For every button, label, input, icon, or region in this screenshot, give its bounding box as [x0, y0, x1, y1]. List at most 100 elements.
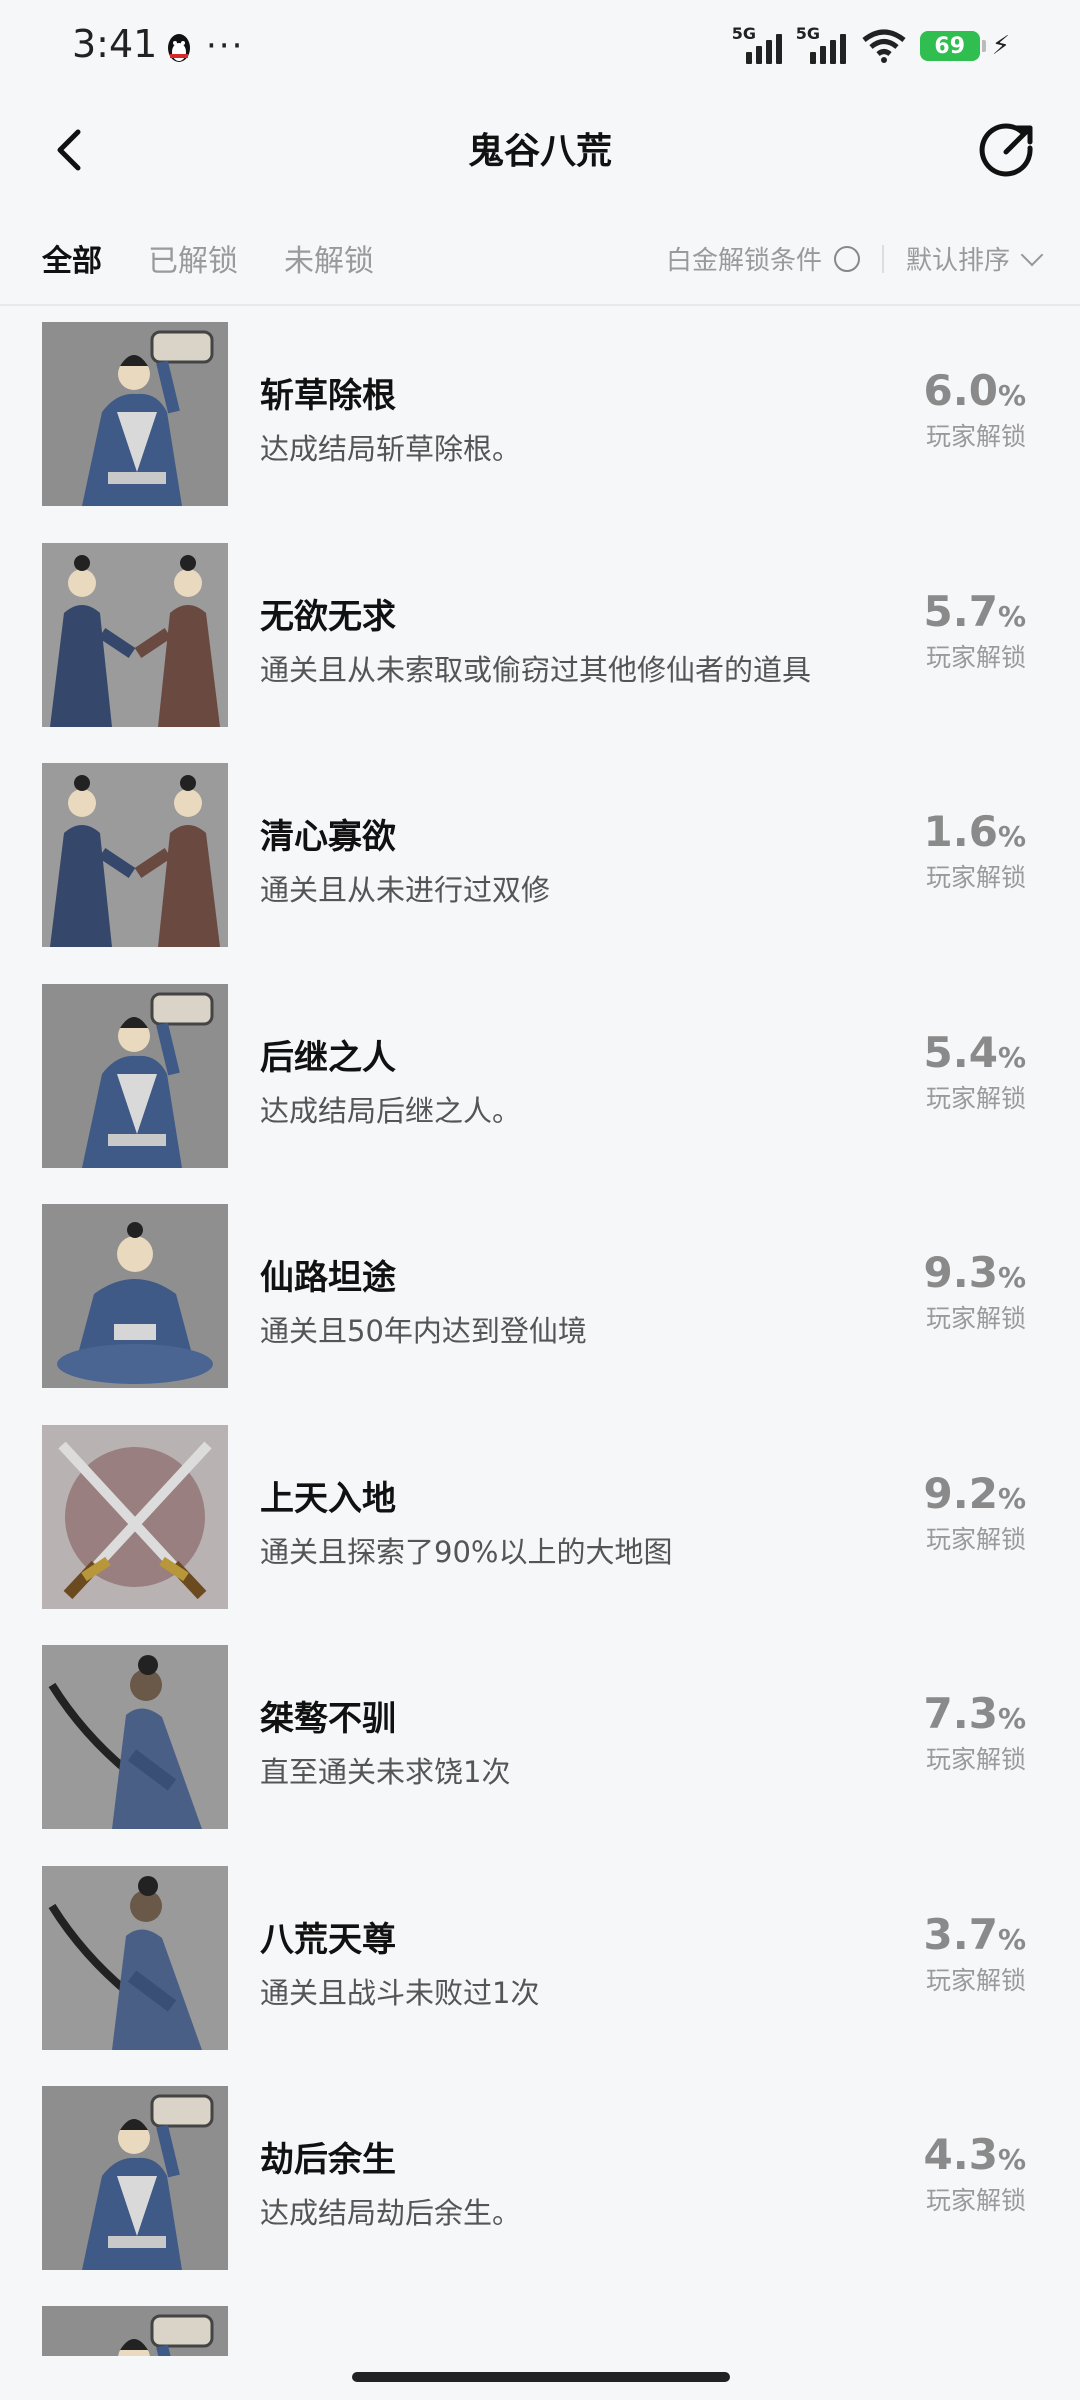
unlock-stat: 4.3% 玩家解锁	[866, 2130, 1026, 2217]
achievement-title: 八荒天尊	[260, 1919, 396, 1960]
achievement-desc: 通关且探索了90%以上的大地图	[260, 1534, 673, 1569]
achievement-desc: 通关且战斗未败过1次	[260, 1975, 540, 2010]
signal-icon: 5G	[731, 24, 784, 66]
achievement-list: 斩草除根 达成结局斩草除根。 6.0% 玩家解锁 无欲无求 通关且从未索取或偷窃…	[0, 322, 1080, 2307]
unlock-label: 玩家解锁	[925, 1745, 1026, 1774]
achievement-image	[42, 322, 228, 506]
platinum-label: 白金解锁条件	[665, 246, 822, 276]
sort-dropdown[interactable]: 默认排序	[905, 240, 1044, 277]
achievement-desc: 通关且50年内达到登仙境	[260, 1314, 587, 1348]
achievement-item[interactable]: 清心寡欲 通关且从未进行过双修 1.6% 玩家解锁	[0, 763, 1080, 984]
achievement-image	[42, 1645, 228, 1829]
unlock-stat: 9.3% 玩家解锁	[866, 1248, 1026, 1335]
platinum-filter[interactable]: 白金解锁条件	[666, 240, 860, 277]
wifi-icon	[862, 29, 906, 63]
status-icons: 5G 5G 69 ⚡	[731, 24, 1010, 66]
signal-label: 5G	[795, 24, 820, 43]
tab-all[interactable]: 全部	[42, 236, 102, 280]
achievement-item[interactable]: 无欲无求 通关且从未索取或偷窃过其他修仙者的道具 5.7% 玩家解锁	[0, 542, 1080, 764]
achievement-desc: 直至通关未求饶1次	[260, 1755, 511, 1789]
achievement-item[interactable]: 上天入地 通关且探索了90%以上的大地图 9.2% 玩家解锁	[0, 1424, 1080, 1646]
unlock-stat: 5.4% 玩家解锁	[866, 1028, 1026, 1115]
unlock-label: 玩家解锁	[925, 1083, 1026, 1113]
unlock-percent: 3.7	[923, 1909, 998, 1959]
unlock-stat: 1.6% 玩家解锁	[866, 807, 1026, 894]
unlock-label: 玩家解锁	[925, 642, 1026, 672]
header: 鬼谷八荒	[0, 100, 1080, 200]
battery-level: 69	[934, 33, 966, 59]
percent-sign: %	[997, 379, 1026, 412]
unlock-stat: 5.7% 玩家解锁	[866, 587, 1026, 674]
achievement-desc: 达成结局劫后余生。	[260, 2196, 522, 2230]
battery-icon: 69	[919, 31, 986, 61]
achievement-item[interactable]: 仙路坦途 通关且50年内达到登仙境 9.3% 玩家解锁	[0, 1204, 1080, 1425]
unlock-stat: 9.2% 玩家解锁	[866, 1469, 1026, 1556]
unlock-label: 玩家解锁	[925, 1304, 1026, 1333]
tab-locked[interactable]: 未解锁	[284, 236, 374, 280]
percent-sign: %	[997, 1040, 1026, 1074]
unlock-label: 玩家解锁	[925, 2186, 1026, 2215]
unlock-label: 玩家解锁	[925, 422, 1026, 451]
divider	[881, 244, 884, 273]
achievement-title: 无欲无求	[260, 596, 396, 637]
share-icon[interactable]	[976, 118, 1040, 182]
achievement-item[interactable]: 后继之人 达成结局后继之人。 5.4% 玩家解锁	[0, 983, 1080, 1205]
achievement-image	[42, 763, 228, 947]
home-indicator[interactable]	[352, 2372, 730, 2382]
qq-icon	[168, 34, 190, 62]
achievement-item[interactable]: 八荒天尊 通关且战斗未败过1次 3.7% 玩家解锁	[0, 1865, 1080, 2087]
achievement-item[interactable]: 桀骜不驯 直至通关未求饶1次 7.3% 玩家解锁	[0, 1645, 1080, 1866]
achievement-title: 清心寡欲	[260, 817, 396, 857]
achievement-image	[42, 542, 228, 727]
achievement-title: 劫后余生	[260, 2140, 396, 2180]
achievement-image	[42, 1865, 228, 2050]
achievement-desc: 达成结局斩草除根。	[260, 432, 522, 466]
achievement-title: 斩草除根	[260, 376, 396, 416]
percent-sign: %	[997, 1702, 1026, 1735]
unlock-stat: 3.7% 玩家解锁	[866, 1910, 1026, 1997]
sort-label: 默认排序	[905, 246, 1010, 276]
tab-unlocked[interactable]: 已解锁	[148, 236, 238, 280]
unlock-label: 玩家解锁	[925, 1524, 1026, 1554]
achievement-image	[42, 2086, 228, 2270]
achievement-title: 后继之人	[260, 1037, 396, 1078]
achievement-item[interactable]: 劫后余生 达成结局劫后余生。 4.3% 玩家解锁	[0, 2086, 1080, 2307]
percent-sign: %	[997, 820, 1026, 853]
percent-sign: %	[997, 599, 1026, 633]
unlock-stat: 7.3% 玩家解锁	[866, 1689, 1026, 1776]
divider	[0, 304, 1080, 306]
signal-label: 5G	[731, 24, 756, 43]
radio-circle-icon[interactable]	[833, 245, 860, 272]
achievement-image	[42, 2306, 228, 2356]
achievement-desc: 通关且从未进行过双修	[260, 873, 551, 907]
unlock-stat: 6.0% 玩家解锁	[866, 366, 1026, 453]
filter-options: 白金解锁条件 默认排序	[666, 240, 1044, 277]
signal-icon: 5G	[795, 24, 848, 66]
unlock-percent: 9.2	[923, 1468, 998, 1518]
unlock-percent: 4.3	[923, 2130, 998, 2179]
more-icon: ···	[206, 26, 245, 66]
unlock-label: 玩家解锁	[925, 863, 1026, 892]
charging-icon: ⚡	[991, 31, 1010, 61]
achievement-title: 桀骜不驯	[260, 1699, 396, 1739]
achievement-item[interactable]: 斩草除根 达成结局斩草除根。 6.0% 玩家解锁	[0, 322, 1080, 543]
chevron-down-icon	[1020, 243, 1044, 266]
achievement-title: 上天入地	[260, 1478, 396, 1519]
achievement-desc: 通关且从未索取或偷窃过其他修仙者的道具	[260, 652, 812, 687]
percent-sign: %	[997, 1261, 1026, 1294]
status-time: 3:41	[72, 22, 158, 66]
unlock-label: 玩家解锁	[925, 1965, 1026, 1995]
unlock-percent: 7.3	[923, 1689, 998, 1738]
page-title: 鬼谷八荒	[467, 131, 612, 172]
percent-sign: %	[997, 2143, 1026, 2176]
filter-bar: 全部 已解锁 未解锁 白金解锁条件 默认排序	[0, 220, 1080, 290]
percent-sign: %	[997, 1922, 1026, 1956]
status-bar: 3:41 ··· 5G 5G 69 ⚡	[0, 0, 1080, 100]
unlock-percent: 9.3	[923, 1248, 998, 1297]
unlock-percent: 5.4	[923, 1027, 998, 1077]
unlock-percent: 5.7	[923, 586, 998, 636]
achievement-desc: 达成结局后继之人。	[260, 1093, 522, 1128]
unlock-percent: 1.6	[923, 807, 998, 856]
unlock-percent: 6.0	[923, 366, 998, 415]
percent-sign: %	[997, 1481, 1026, 1515]
